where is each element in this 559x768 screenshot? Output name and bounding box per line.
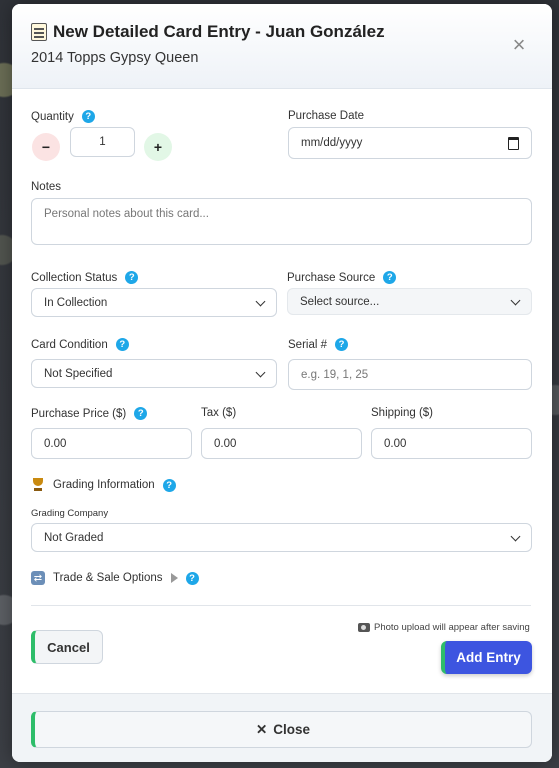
serial-input[interactable]: e.g. 19, 1, 25 [288,359,532,390]
purchase-date-input[interactable]: mm/dd/yyyy [288,127,532,159]
collection-status-label-text: Collection Status [31,271,118,284]
quantity-input[interactable]: 1 [70,127,135,157]
purchase-price-placeholder: 0.00 [44,437,67,450]
notes-label-text: Notes [31,181,62,193]
grading-company-label: Grading Company [31,508,108,519]
serial-label: Serial # ? [288,338,348,351]
modal-footer: ✕ Close [12,693,552,762]
tax-label-text: Tax ($) [201,407,237,419]
card-condition-select[interactable]: Not Specified [31,359,277,388]
purchase-source-value: Select source... [300,295,380,308]
purchase-price-label-text: Purchase Price ($) [31,407,127,420]
grading-section-label: Grading Information [53,479,155,491]
purchase-source-label: Purchase Source ? [287,271,397,284]
help-icon[interactable]: ? [383,271,397,284]
notes-label: Notes [31,181,61,193]
card-condition-value: Not Specified [44,367,113,380]
quantity-decrement-button[interactable]: − [32,133,60,161]
modal-header: New Detailed Card Entry - Juan González … [12,4,552,89]
grading-company-label-text: Grading Company [31,508,109,519]
collection-status-select[interactable]: In Collection [31,288,277,317]
close-button-label: Close [273,722,311,737]
close-icon[interactable]: × [508,34,530,56]
photo-upload-note: Photo upload will appear after saving [358,622,530,633]
purchase-source-select[interactable]: Select source... [287,288,532,315]
purchase-date-label-text: Purchase Date [288,110,365,122]
card-condition-label-text: Card Condition [31,338,108,351]
expand-triangle-icon[interactable] [170,573,178,583]
chevron-down-icon [510,295,521,305]
grading-company-value: Not Graded [44,531,104,544]
tax-label: Tax ($) [201,407,236,419]
modal-title-row: New Detailed Card Entry - Juan González [31,22,385,42]
shipping-label-text: Shipping ($) [371,407,434,419]
cancel-button[interactable]: Cancel [31,630,103,664]
purchase-date-label: Purchase Date [288,110,364,122]
tax-placeholder: 0.00 [214,437,237,450]
quantity-label: Quantity ? [31,110,95,123]
grading-section-header: Grading Information ? [31,478,176,492]
help-icon[interactable]: ? [335,338,348,351]
collection-status-label: Collection Status ? [31,271,139,284]
close-icon: ✕ [255,721,268,737]
serial-label-text: Serial # [288,338,327,351]
add-entry-button[interactable]: Add Entry [441,641,532,674]
chevron-down-icon [255,296,266,306]
purchase-price-label: Purchase Price ($) ? [31,407,148,420]
calendar-icon[interactable] [508,136,519,150]
trade-sale-label: Trade & Sale Options [53,572,163,584]
help-icon[interactable]: ? [162,478,176,492]
quantity-increment-button[interactable]: + [144,133,172,161]
grading-company-select[interactable]: Not Graded [31,523,532,552]
help-icon[interactable]: ? [81,110,95,123]
help-icon[interactable]: ? [115,338,129,351]
purchase-source-label-text: Purchase Source [287,271,376,284]
help-icon[interactable]: ? [134,407,148,420]
help-icon[interactable]: ? [185,571,199,585]
trophy-icon [31,478,45,492]
chevron-down-icon [510,531,521,541]
shipping-input[interactable]: 0.00 [371,428,532,459]
camera-icon [358,623,370,632]
purchase-date-value: mm/dd/yyyy [301,137,363,149]
swap-icon: ⇄ [31,571,45,585]
quantity-label-text: Quantity [31,110,74,123]
chevron-down-icon [255,367,266,377]
modal-title: New Detailed Card Entry - Juan González [53,22,385,41]
purchase-price-input[interactable]: 0.00 [31,428,192,459]
card-entry-modal: New Detailed Card Entry - Juan González … [12,4,552,762]
notes-placeholder: Personal notes about this card... [44,208,209,220]
serial-placeholder: e.g. 19, 1, 25 [301,368,369,381]
card-condition-label: Card Condition ? [31,338,129,351]
modal-subtitle: 2014 Topps Gypsy Queen [31,50,199,66]
collection-status-value: In Collection [44,296,108,309]
tax-input[interactable]: 0.00 [201,428,362,459]
close-button[interactable]: ✕ Close [31,711,532,748]
photo-upload-note-text: Photo upload will appear after saving [374,622,530,633]
notes-textarea[interactable]: Personal notes about this card... [31,198,532,245]
modal-body: Quantity ? − 1 + Purchase Date mm/dd/yyy… [12,89,552,692]
trade-sale-toggle[interactable]: ⇄ Trade & Sale Options ? [31,571,199,585]
clipboard-icon [31,23,47,41]
shipping-label: Shipping ($) [371,407,433,419]
help-icon[interactable]: ? [125,271,139,284]
shipping-placeholder: 0.00 [384,437,407,450]
quantity-value: 1 [99,136,106,148]
actions-divider [31,605,531,606]
